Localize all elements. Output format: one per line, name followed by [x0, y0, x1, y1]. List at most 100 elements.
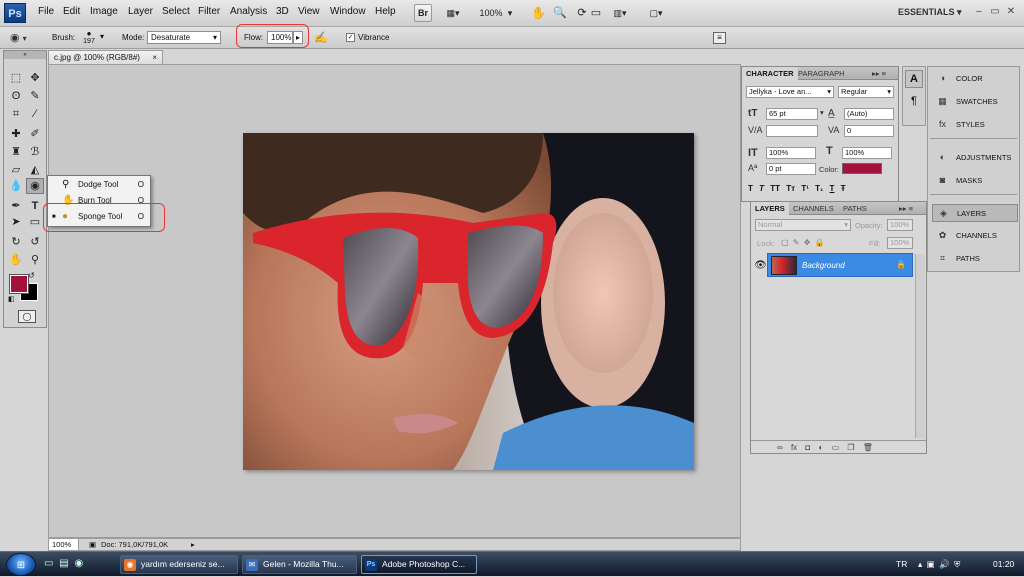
quick-mask-icon[interactable]: ◯: [18, 310, 36, 323]
layer-row-background[interactable]: Background 🔒: [767, 253, 913, 277]
toolbox-collapse-icon[interactable]: «: [4, 51, 46, 59]
dock-layers[interactable]: ◈ LAYERS: [932, 204, 1018, 222]
marquee-tool-icon[interactable]: ⬚: [9, 71, 23, 85]
font-family-select[interactable]: Jellyka - Love an... ▾: [746, 86, 834, 98]
zoom-level-menu[interactable]: 100%: [478, 4, 504, 22]
restore-icon[interactable]: ▭: [988, 6, 1002, 18]
eyedropper-icon[interactable]: ⁄: [28, 107, 42, 121]
new-layer-icon[interactable]: ❐: [847, 443, 854, 452]
vertical-scale-input[interactable]: 100%: [766, 147, 816, 159]
move-tool-icon[interactable]: ✥: [28, 71, 42, 85]
dock-styles[interactable]: fx STYLES: [932, 116, 1018, 134]
arrange-documents-button[interactable]: ▥▾: [606, 4, 634, 22]
lock-pixels-icon[interactable]: ✎: [793, 238, 800, 247]
browser-icon[interactable]: ◉: [74, 558, 83, 569]
adjustment-layer-icon[interactable]: ◐: [818, 443, 823, 452]
strikethrough-button[interactable]: Ŧ: [841, 184, 846, 193]
horizontal-scale-input[interactable]: 100%: [842, 147, 892, 159]
volume-icon[interactable]: 🔊: [939, 559, 950, 569]
fill-input[interactable]: 100%: [887, 237, 913, 249]
zoom-tool-icon[interactable]: 🔍: [552, 4, 568, 22]
faux-italic-button[interactable]: T: [759, 184, 764, 193]
text-color-swatch[interactable]: [842, 163, 882, 174]
underline-button[interactable]: T: [830, 184, 835, 193]
screen-mode-button[interactable]: ▢▾: [642, 4, 670, 22]
status-info-icon[interactable]: ▣: [89, 539, 96, 550]
type-tool-icon[interactable]: T: [28, 199, 42, 213]
blend-mode-select[interactable]: Normal ▾: [755, 219, 851, 231]
layers-scrollbar[interactable]: [915, 254, 925, 438]
task-thunderbird[interactable]: ✉ Gelen - Mozilla Thu...: [242, 555, 357, 574]
workspace-switcher[interactable]: ESSENTIALS ▾: [898, 7, 962, 18]
blur-tool-icon[interactable]: 💧: [9, 179, 23, 193]
document-photo[interactable]: [243, 133, 694, 470]
quick-selection-icon[interactable]: ✎: [28, 89, 42, 103]
switch-windows-icon[interactable]: ▤: [59, 558, 68, 569]
start-button[interactable]: ⊞: [6, 553, 36, 576]
show-desktop-icon[interactable]: ▭: [44, 558, 53, 569]
opacity-input[interactable]: 100%: [887, 219, 913, 231]
menu-layer[interactable]: Layer: [128, 6, 153, 17]
lasso-tool-icon[interactable]: ʘ: [9, 89, 23, 103]
zoom-field[interactable]: 100%: [49, 539, 79, 550]
eraser-icon[interactable]: ▱: [9, 163, 23, 177]
font-size-input[interactable]: 65 pt: [766, 108, 818, 120]
subscript-button[interactable]: T₁: [815, 184, 823, 193]
view-extras-button[interactable]: ▦▾: [440, 4, 466, 22]
sponge-tool-icon[interactable]: ◉: [26, 178, 44, 194]
hand-tool-icon[interactable]: ✋: [9, 253, 23, 267]
close-tab-icon[interactable]: ×: [152, 51, 157, 64]
bridge-button[interactable]: Br: [414, 4, 432, 22]
language-indicator[interactable]: TR: [896, 559, 907, 569]
tab-paragraph[interactable]: PARAGRAPH: [794, 67, 849, 80]
dock-adjustments[interactable]: ◐ ADJUSTMENTS: [932, 149, 1018, 167]
3d-orbit-icon[interactable]: ↺: [28, 235, 42, 249]
shape-tool-icon[interactable]: ▭: [28, 215, 42, 229]
leading-input[interactable]: (Auto): [844, 108, 894, 120]
dock-swatches[interactable]: ▦ SWATCHES: [932, 93, 1018, 111]
airbrush-icon[interactable]: ✍: [314, 31, 330, 45]
foreground-color-swatch[interactable]: [9, 274, 29, 294]
link-layers-icon[interactable]: ∞: [777, 443, 783, 452]
3d-rotate-icon[interactable]: ↻: [9, 235, 23, 249]
swap-colors-icon[interactable]: ↺: [28, 271, 35, 280]
menu-analysis[interactable]: Analysis: [230, 6, 267, 17]
crop-tool-icon[interactable]: ⌗: [9, 107, 23, 121]
paragraph-panel-icon[interactable]: ¶: [905, 93, 923, 111]
paint-bucket-icon[interactable]: ◭: [28, 163, 42, 177]
menu-file[interactable]: File: [38, 6, 54, 17]
layer-visibility-eye-icon[interactable]: 👁: [753, 254, 768, 278]
small-caps-button[interactable]: Tт: [786, 184, 795, 193]
menu-edit[interactable]: Edit: [63, 6, 80, 17]
minimize-icon[interactable]: –: [972, 6, 986, 18]
flyout-dodge-tool[interactable]: ⚲ Dodge Tool O: [48, 177, 150, 193]
superscript-button[interactable]: T¹: [801, 184, 809, 193]
delete-layer-icon[interactable]: 🗑: [863, 443, 873, 452]
font-style-select[interactable]: Regular ▾: [838, 86, 894, 98]
ruler-icon[interactable]: ▭: [588, 4, 604, 22]
dock-channels[interactable]: ✿ CHANNELS: [932, 227, 1018, 245]
menu-image[interactable]: Image: [90, 6, 118, 17]
tab-layers[interactable]: LAYERS: [751, 202, 789, 215]
toggle-panels-icon[interactable]: ≡: [713, 32, 726, 44]
dock-paths[interactable]: ⌗ PATHS: [932, 250, 1018, 268]
brush-picker[interactable]: ● 197: [80, 29, 98, 47]
kerning-input[interactable]: [766, 125, 818, 137]
tracking-input[interactable]: 0: [844, 125, 894, 137]
security-icon[interactable]: ⛨: [954, 559, 960, 569]
brush-tool-icon[interactable]: ✐: [28, 127, 42, 141]
panel-menu-icon[interactable]: ▸▸ ≡: [895, 202, 917, 215]
pen-tool-icon[interactable]: ✒: [9, 199, 23, 213]
menu-view[interactable]: View: [298, 6, 320, 17]
path-selection-icon[interactable]: ➤: [9, 215, 23, 229]
menu-help[interactable]: Help: [375, 6, 396, 17]
new-group-icon[interactable]: ▭: [832, 443, 840, 452]
add-mask-icon[interactable]: ◘: [805, 443, 810, 452]
menu-select[interactable]: Select: [162, 6, 190, 17]
menu-filter[interactable]: Filter: [198, 6, 220, 17]
chevron-down-icon[interactable]: ▾: [100, 32, 104, 41]
dock-masks[interactable]: ◙ MASKS: [932, 172, 1018, 190]
character-panel-icon[interactable]: A: [905, 70, 923, 88]
history-brush-icon[interactable]: ℬ: [28, 145, 42, 159]
close-icon[interactable]: ✕: [1004, 6, 1018, 18]
